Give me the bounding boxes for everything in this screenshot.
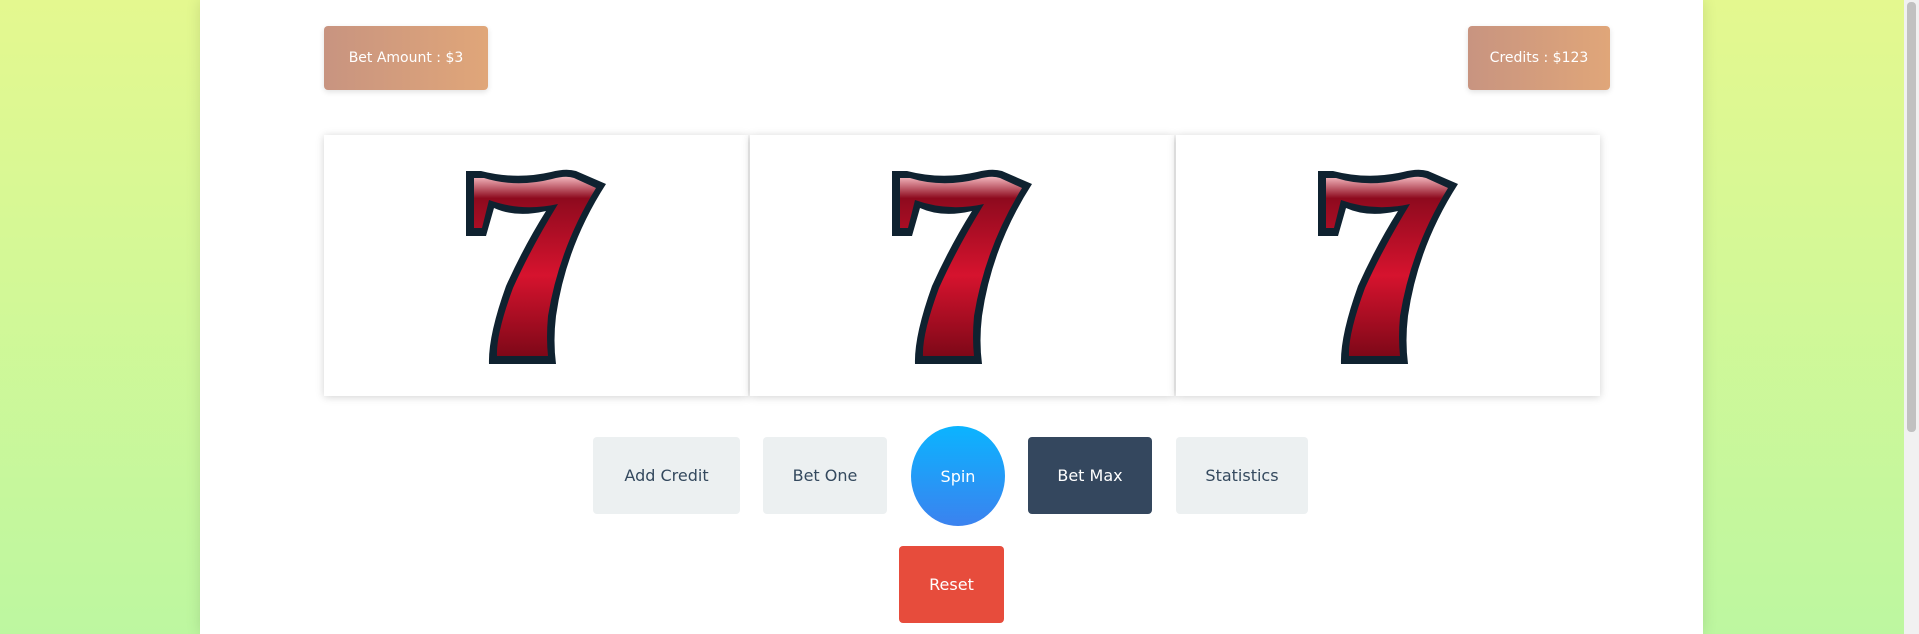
reels-container bbox=[324, 135, 1600, 396]
credits-badge: Credits : $123 bbox=[1468, 26, 1610, 90]
bet-amount-badge: Bet Amount : $3 bbox=[324, 26, 488, 90]
seven-icon bbox=[892, 169, 1032, 364]
seven-icon bbox=[466, 169, 606, 364]
vertical-scrollbar[interactable] bbox=[1904, 0, 1919, 634]
reel-2 bbox=[750, 135, 1174, 396]
add-credit-button[interactable]: Add Credit bbox=[593, 437, 740, 514]
bet-max-button[interactable]: Bet Max bbox=[1028, 437, 1152, 514]
scrollbar-thumb[interactable] bbox=[1907, 2, 1916, 432]
seven-icon bbox=[1318, 169, 1458, 364]
spin-button[interactable]: Spin bbox=[911, 426, 1005, 526]
slot-machine-panel: Bet Amount : $3 Credits : $123 Add Credi… bbox=[200, 0, 1703, 634]
reset-button[interactable]: Reset bbox=[899, 546, 1004, 623]
statistics-button[interactable]: Statistics bbox=[1176, 437, 1308, 514]
reel-1 bbox=[324, 135, 748, 396]
bet-one-button[interactable]: Bet One bbox=[763, 437, 887, 514]
reel-3 bbox=[1176, 135, 1600, 396]
